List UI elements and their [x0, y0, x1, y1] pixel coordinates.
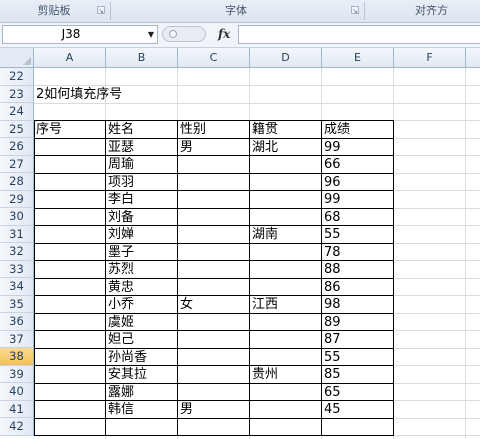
clipboard-dialog-launcher-icon[interactable]: ↘ — [97, 6, 105, 15]
row-header-26[interactable]: 26 — [0, 138, 34, 156]
header-cell-gender[interactable]: 性别 — [178, 121, 206, 139]
table-cell[interactable]: 88 — [322, 261, 341, 279]
ribbon-group-font: 字体 — [225, 4, 247, 17]
table-cell[interactable]: 亚瑟 — [106, 139, 134, 157]
row-header-24[interactable]: 24 — [0, 103, 34, 121]
table-cell[interactable]: 男 — [178, 401, 193, 419]
table-cell[interactable]: 66 — [322, 156, 341, 174]
select-all-icon — [23, 57, 31, 65]
ribbon-group-labels: 剪贴板 ↘ 字体 ↘ 对齐方 — [0, 0, 480, 23]
table-cell[interactable]: 45 — [322, 401, 341, 419]
table-cell[interactable]: 江西 — [250, 296, 278, 314]
row-header-36[interactable]: 36 — [0, 313, 34, 331]
row-header-42[interactable]: 42 — [0, 418, 34, 436]
table-cell[interactable]: 项羽 — [106, 174, 134, 192]
table-cell[interactable]: 妲己 — [106, 331, 134, 349]
cancel-circle-icon — [169, 30, 177, 38]
header-cell-score[interactable]: 成绩 — [322, 121, 350, 139]
column-header-b[interactable]: B — [106, 48, 178, 68]
table-cell[interactable]: 黄忠 — [106, 279, 134, 297]
table-cell[interactable]: 安其拉 — [106, 366, 147, 384]
table-cell[interactable]: 周瑜 — [106, 156, 134, 174]
column-header-partial — [466, 48, 480, 68]
column-header-d[interactable]: D — [250, 48, 322, 68]
table-cell[interactable]: 98 — [322, 296, 341, 314]
column-header-a[interactable]: A — [34, 48, 106, 68]
name-box-value: J38 — [61, 27, 81, 41]
row-header-32[interactable]: 32 — [0, 243, 34, 261]
table-cell[interactable]: 露娜 — [106, 384, 134, 402]
row-header-38-active[interactable]: 38 — [0, 348, 34, 366]
insert-function-icon[interactable]: fx — [218, 25, 230, 44]
table-cell[interactable]: 小乔 — [106, 296, 134, 314]
select-all-corner[interactable] — [0, 48, 34, 68]
table-cell[interactable]: 65 — [322, 384, 341, 402]
header-cell-name[interactable]: 姓名 — [106, 121, 134, 139]
row-header-29[interactable]: 29 — [0, 190, 34, 208]
ribbon-separator — [364, 2, 365, 20]
row-header-40[interactable]: 40 — [0, 383, 34, 401]
table-cell[interactable]: 湖南 — [250, 226, 278, 244]
row-header-28[interactable]: 28 — [0, 173, 34, 191]
table-cell[interactable]: 99 — [322, 191, 341, 209]
table-cell[interactable]: 李白 — [106, 191, 134, 209]
worksheet-grid[interactable]: A B C D E F 22 23 24 25 26 27 28 29 30 3… — [0, 48, 480, 439]
table-cell[interactable]: 78 — [322, 244, 341, 262]
table-border — [34, 435, 394, 436]
table-cell[interactable]: 55 — [322, 226, 341, 244]
table-cell[interactable]: 89 — [322, 314, 341, 332]
table-cell[interactable]: 99 — [322, 139, 341, 157]
table-cell[interactable]: 孙尚香 — [106, 349, 147, 367]
table-cell[interactable]: 87 — [322, 331, 341, 349]
column-header-c[interactable]: C — [178, 48, 250, 68]
table-cell[interactable]: 虞姬 — [106, 314, 134, 332]
table-cell[interactable]: 刘婵 — [106, 226, 134, 244]
row-header-27[interactable]: 27 — [0, 155, 34, 173]
name-box[interactable]: J38 ▼ — [2, 25, 158, 44]
row-header-22[interactable]: 22 — [0, 68, 34, 86]
formula-controls: fx — [162, 25, 236, 44]
column-header-f[interactable]: F — [394, 48, 466, 68]
table-cell[interactable]: 96 — [322, 174, 341, 192]
formula-cancel-button[interactable] — [162, 26, 206, 42]
row-header-25[interactable]: 25 — [0, 120, 34, 138]
table-cell[interactable]: 85 — [322, 366, 341, 384]
table-cell[interactable]: 苏烈 — [106, 261, 134, 279]
table-cell[interactable]: 86 — [322, 279, 341, 297]
header-cell-hometown[interactable]: 籍贯 — [250, 121, 278, 139]
row-header-23[interactable]: 23 — [0, 85, 34, 103]
table-cell[interactable]: 55 — [322, 349, 341, 367]
row-header-31[interactable]: 31 — [0, 225, 34, 243]
formula-input[interactable] — [238, 25, 480, 44]
table-cell[interactable]: 贵州 — [250, 366, 278, 384]
table-cell[interactable]: 男 — [178, 139, 193, 157]
table-cell[interactable]: 韩信 — [106, 401, 134, 419]
header-cell-xuhao[interactable]: 序号 — [34, 121, 62, 139]
row-header-39[interactable]: 39 — [0, 365, 34, 383]
table-cell[interactable]: 刘备 — [106, 209, 134, 227]
row-header-37[interactable]: 37 — [0, 330, 34, 348]
font-dialog-launcher-icon[interactable]: ↘ — [351, 6, 359, 15]
table-cell[interactable]: 女 — [178, 296, 193, 314]
row-header-34[interactable]: 34 — [0, 278, 34, 296]
row-header-35[interactable]: 35 — [0, 295, 34, 313]
column-header-e[interactable]: E — [322, 48, 394, 68]
ribbon-group-clipboard: 剪贴板 — [37, 4, 71, 17]
formula-bar: J38 ▼ fx — [0, 23, 480, 48]
row-header-30[interactable]: 30 — [0, 208, 34, 226]
row-header-33[interactable]: 33 — [0, 260, 34, 278]
ribbon-group-alignment: 对齐方 — [415, 4, 448, 17]
table-cell[interactable]: 68 — [322, 209, 341, 227]
name-box-dropdown-icon[interactable]: ▼ — [148, 26, 154, 43]
title-cell-a23[interactable]: 2如何填充序号 — [34, 86, 122, 104]
table-cell[interactable]: 墨子 — [106, 244, 134, 262]
row-header-41[interactable]: 41 — [0, 400, 34, 418]
table-cell[interactable]: 湖北 — [250, 139, 278, 157]
